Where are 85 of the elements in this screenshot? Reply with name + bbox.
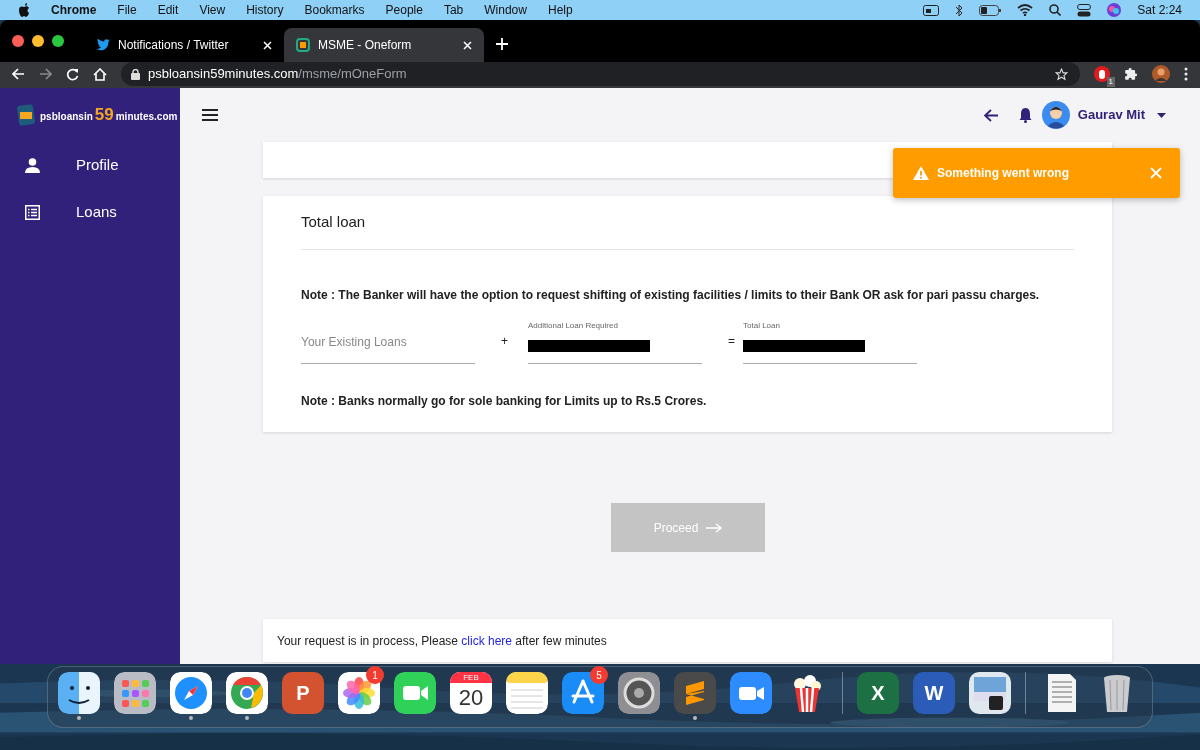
back-icon[interactable] [12,68,25,80]
address-bar[interactable]: psbloansin59minutes.com/msme/mOneForm [121,62,1080,86]
puzzle-icon[interactable] [1124,67,1138,81]
arrow-icon [706,522,723,533]
input-field[interactable]: Your Existing Loans [301,320,475,364]
site-logo-icon [296,38,310,52]
app-menu[interactable]: Chrome [51,1,97,19]
orb-icon[interactable] [1107,3,1122,17]
star-icon[interactable] [1055,67,1068,81]
bluetooth-icon[interactable] [955,3,964,17]
menu-icon[interactable] [202,109,218,121]
status-message: Your request is in process, Please click here after few minutes [277,632,607,650]
chrome-icon[interactable] [226,672,268,714]
menu-item[interactable]: Window [484,1,527,19]
bird-icon [96,39,110,51]
close-icon[interactable] [263,40,272,50]
lock-icon [131,68,140,80]
sidebar-item[interactable]: Profile [0,142,180,189]
forward-icon[interactable] [39,68,52,80]
more-icon[interactable] [1184,67,1188,81]
home-icon[interactable] [93,67,107,81]
app-icon[interactable]: X [857,672,899,714]
notes-icon[interactable] [506,672,548,714]
menu-item[interactable]: People [385,1,423,19]
menu-bar-clock[interactable]: Sat 2:24 [1137,1,1182,19]
app-store-icon[interactable] [562,672,604,714]
back-arrow-icon[interactable] [983,108,999,122]
flower-icon[interactable] [338,672,380,714]
list-icon [25,205,40,220]
reload-icon[interactable] [66,67,79,81]
toast-message: Something went wrong [937,165,1070,182]
logo-text: psbloansin59 minutes.com [40,104,178,127]
operator-sign: + [501,333,508,350]
avatar-icon[interactable] [1152,65,1170,83]
menu-item[interactable]: File [117,1,137,19]
calendar-day: 20 [458,683,484,713]
bell-icon[interactable] [1018,107,1032,123]
menu-item[interactable]: Bookmarks [304,1,365,19]
close-icon[interactable] [463,40,472,50]
battery-icon[interactable] [979,4,1002,16]
window-icon[interactable] [923,4,940,16]
menu-item[interactable]: View [199,1,226,19]
field-label: Additional Loan Required [528,320,618,332]
field-label: Total Loan [743,320,780,332]
compass-icon[interactable] [170,672,212,714]
toggles-icon[interactable] [1077,3,1092,17]
menu-item[interactable]: Edit [157,1,179,19]
tab-title: Notifications / Twitter [118,37,230,54]
gear-icon[interactable] [618,672,660,714]
url-text: psbloansin59minutes.com/msme/mOneForm [148,65,408,84]
logo-icon [16,104,36,126]
user-name[interactable]: Gaurav Mit [1077,105,1145,125]
menu-item[interactable]: Help [547,1,573,19]
sublime-icon[interactable] [674,672,716,714]
card-title: Total loan [301,212,366,233]
person-icon [25,158,40,173]
search-icon[interactable] [1049,4,1062,16]
warning-icon [913,166,929,180]
extension-button[interactable] [1094,66,1110,82]
browser-tab[interactable]: MSME - Oneform [284,28,484,62]
menu-item[interactable]: History [246,1,284,19]
grid-icon[interactable] [114,672,156,714]
preview-icon[interactable] [969,672,1011,714]
apple-icon[interactable] [18,3,30,17]
calendar-month: FEB [450,672,492,683]
operator-sign: = [728,333,736,350]
app-icon[interactable]: P [282,672,324,714]
extension-badge: 1 [1106,77,1115,87]
input-field[interactable]: Additional Loan Required [528,320,702,364]
sidebar-item[interactable]: Loans [0,189,180,236]
tab-title: MSME - Oneform [318,37,413,54]
video-camera-icon[interactable] [730,672,772,714]
note-text: Note : Banks normally go for sole banking for Limits up to Rs.5 Crores. [301,393,708,410]
click-here-link[interactable]: click here [461,633,512,648]
wifi-icon[interactable] [1017,4,1034,16]
input-field[interactable]: Total Loan [743,320,918,364]
calendar-icon[interactable]: FEB 20 [450,672,492,714]
caret-icon[interactable] [1157,112,1166,118]
avatar-icon[interactable] [1041,101,1070,129]
menu-item[interactable]: Tab [443,1,464,19]
note-text: Note : The Banker will have the option to request shifting of existing facilities / limits to their Bank OR ask for pari passu charges. [301,287,1041,304]
app-icon[interactable]: W [913,672,955,714]
plus-icon[interactable] [496,38,508,50]
face-icon[interactable] [58,672,100,714]
camera-icon[interactable] [394,672,436,714]
